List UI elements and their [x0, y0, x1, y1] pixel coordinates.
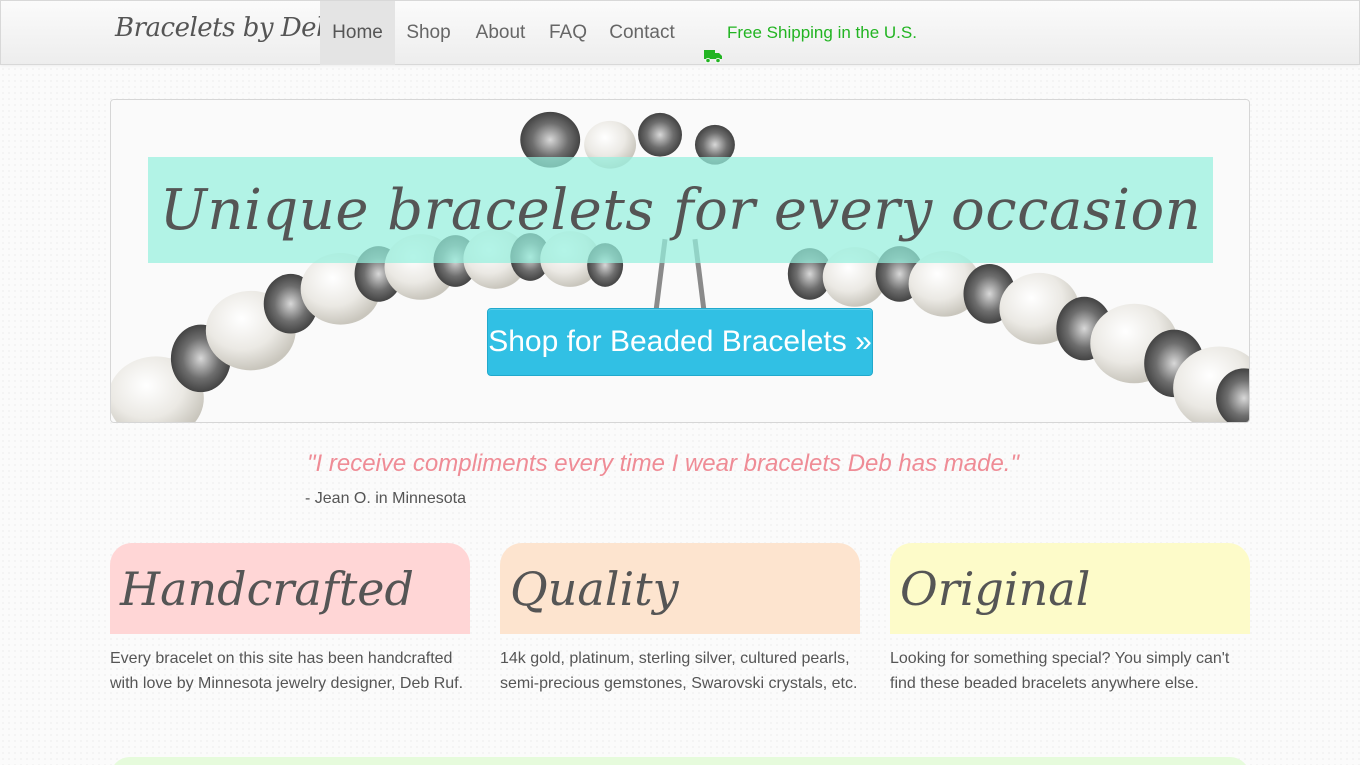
feature-card-original: Original Looking for something special? …: [890, 543, 1250, 696]
testimonial-quote: "I receive compliments every time I wear…: [307, 450, 1019, 477]
feature-text: Every bracelet on this site has been han…: [110, 650, 464, 692]
feature-card-quality: Quality 14k gold, platinum, sterling sil…: [500, 543, 860, 696]
feature-text: Looking for something special? You simpl…: [890, 650, 1230, 692]
feature-title: Handcrafted: [110, 543, 470, 634]
feature-title: Quality: [500, 543, 860, 634]
nav-faq[interactable]: FAQ: [539, 1, 597, 65]
hero-section: Unique bracelets for every occasion Shop…: [110, 99, 1250, 423]
feature-card-handcrafted: Handcrafted Every bracelet on this site …: [110, 543, 470, 696]
top-navbar: Bracelets by Deb Home Shop About FAQ Con…: [0, 0, 1360, 65]
testimonial-author: - Jean O. in Minnesota: [305, 490, 466, 507]
free-shipping-link[interactable]: Free Shipping in the U.S.: [704, 1, 917, 65]
free-shipping-label: Free Shipping in the U.S.: [727, 23, 917, 42]
nav-shop[interactable]: Shop: [395, 1, 462, 65]
next-section-edge: [110, 757, 1250, 765]
hero-title: Unique bracelets for every occasion: [159, 177, 1202, 243]
feature-text: 14k gold, platinum, sterling silver, cul…: [500, 650, 858, 692]
nav-contact[interactable]: Contact: [597, 1, 687, 65]
nav-home[interactable]: Home: [320, 1, 395, 65]
truck-icon: [704, 26, 722, 64]
shop-bracelets-button[interactable]: Shop for Beaded Bracelets »: [487, 308, 873, 376]
nav-about[interactable]: About: [462, 1, 539, 65]
brand-logo[interactable]: Bracelets by Deb: [115, 13, 333, 43]
feature-title: Original: [890, 543, 1250, 634]
hero-banner: Unique bracelets for every occasion: [148, 157, 1213, 263]
